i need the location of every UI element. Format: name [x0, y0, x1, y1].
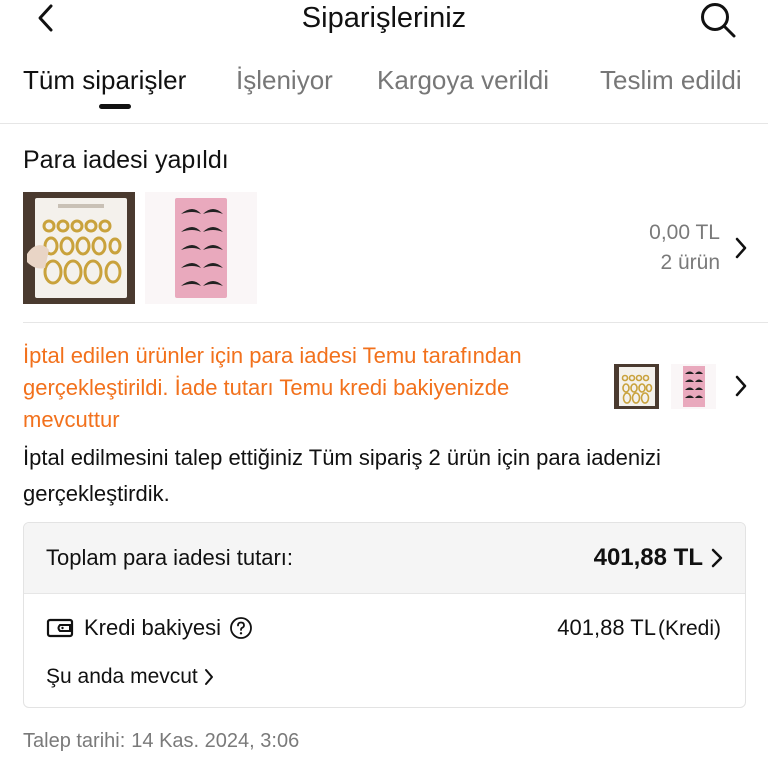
available-now-link[interactable]: Şu anda mevcut: [46, 665, 214, 689]
refund-total-row[interactable]: Toplam para iadesi tutarı: 401,88 TL: [24, 523, 745, 594]
chevron-right-icon: [735, 375, 747, 397]
order-summary-link[interactable]: 0,00 TL 2 ürün: [649, 218, 748, 278]
refund-total-label: Toplam para iadesi tutarı:: [46, 545, 294, 570]
wallet-icon: [46, 618, 74, 638]
tab-all-orders[interactable]: Tüm siparişler: [23, 65, 186, 96]
refund-notice[interactable]: İptal edilen ürünler için para iadesi Te…: [23, 340, 593, 436]
credit-balance-label: Kredi bakiyesi: [84, 615, 221, 640]
chevron-right-icon: [711, 548, 723, 568]
notice-product-thumbs[interactable]: [614, 364, 716, 409]
refund-description: İptal edilmesini talep ettiğiniz Tüm sip…: [23, 445, 661, 506]
page-title: Siparişleriniz: [301, 2, 467, 34]
mini-product-image-earrings: [614, 364, 659, 409]
product-image-earrings[interactable]: [23, 192, 135, 304]
chevron-right-icon: [204, 669, 213, 685]
header: Siparişleriniz: [0, 0, 768, 44]
order-status-title: Para iadesi yapıldı: [23, 146, 229, 174]
notice-chevron-button[interactable]: [734, 374, 748, 403]
search-icon: [701, 3, 736, 38]
section-divider: [23, 322, 768, 323]
help-button[interactable]: [229, 616, 253, 640]
order-tabs: Tüm siparişler İşleniyor Kargoya verildi…: [0, 60, 768, 124]
refund-total-amount: 401,88 TL: [593, 544, 703, 571]
request-date: Talep tarihi: 14 Kas. 2024, 3:06: [23, 730, 299, 753]
product-image-eyelashes[interactable]: [145, 192, 257, 304]
order-total: 0,00 TL: [649, 221, 720, 244]
request-date-value: 14 Kas. 2024, 3:06: [131, 730, 300, 752]
order-item-count: 2 ürün: [660, 251, 720, 274]
credit-balance-row: Kredi bakiyesi 401,88 TL(Kredi): [46, 615, 721, 641]
tab-processing[interactable]: İşleniyor: [236, 65, 333, 96]
search-button[interactable]: [698, 2, 738, 38]
tab-shipped[interactable]: Kargoya verildi: [377, 65, 549, 96]
refund-details-card: Toplam para iadesi tutarı: 401,88 TL Kre…: [23, 522, 746, 708]
chevron-right-icon: [735, 237, 747, 259]
credit-suffix: (Kredi): [657, 617, 721, 640]
available-now-label: Şu anda mevcut: [46, 665, 198, 688]
credit-balance-amount: 401,88 TL: [557, 615, 656, 640]
tab-delivered[interactable]: Teslim edildi: [600, 65, 742, 96]
request-date-label: Talep tarihi:: [23, 730, 126, 752]
question-circle-icon: [230, 617, 252, 639]
active-tab-indicator: [99, 104, 131, 109]
mini-product-image-eyelashes: [671, 364, 716, 409]
